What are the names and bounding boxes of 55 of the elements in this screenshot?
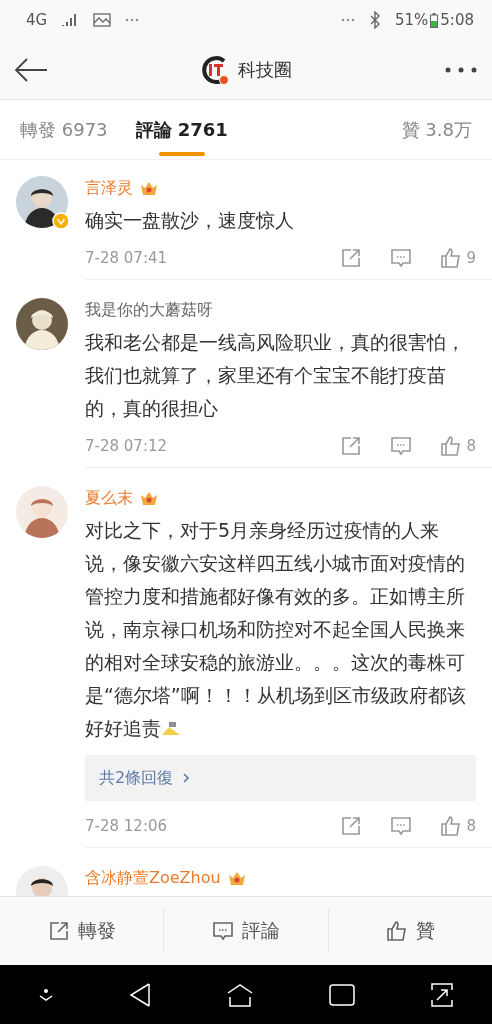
user-name[interactable]: 我是你的大蘑菇呀	[85, 299, 213, 321]
like-button[interactable]: 贊	[327, 909, 492, 953]
reply-button[interactable]	[390, 815, 413, 837]
share-button[interactable]	[340, 815, 363, 837]
thumbs-up-icon	[440, 247, 463, 269]
comment-text: 确实一盘散沙，速度惊人	[85, 209, 294, 231]
more-icon	[125, 18, 140, 22]
page-title: 科技圈	[238, 57, 292, 82]
share-button[interactable]	[340, 247, 363, 269]
comment-time: 7-28 12:06	[85, 817, 169, 835]
more-button[interactable]	[444, 65, 478, 74]
battery-label: 51%	[394, 11, 429, 29]
share-icon	[47, 920, 70, 942]
more-icon	[340, 18, 355, 22]
like-button[interactable]: 8	[440, 815, 476, 837]
comment-icon	[390, 247, 413, 269]
image-icon	[93, 13, 112, 27]
replies-link[interactable]: 共2條回復	[99, 767, 174, 789]
tab[interactable]: 評論 2761	[135, 99, 228, 160]
thumbs-up-icon	[385, 920, 408, 942]
comment-icon	[390, 815, 413, 837]
comment-icon	[390, 435, 413, 457]
repost-button[interactable]: 轉發	[0, 909, 164, 953]
clock-time: 5:08	[440, 11, 474, 29]
recent-apps-icon[interactable]	[329, 983, 356, 1006]
like-button[interactable]: 9	[440, 247, 476, 269]
comment-text: 我和老公都是一线高风险职业，真的很害怕，我们也就算了，家里还有个宝宝不能打疫苗的，真的很担心	[85, 331, 465, 419]
bluetooth-icon	[368, 11, 381, 29]
network-label: 4G	[26, 11, 48, 29]
tab[interactable]: 贊 3.8万	[401, 99, 472, 160]
thumbs-up-icon	[440, 435, 463, 457]
user-name[interactable]: 夏么末	[85, 487, 133, 509]
battery-icon	[430, 12, 439, 28]
tab[interactable]: 轉發 6973	[20, 99, 108, 160]
comment-time: 7-28 07:12	[85, 437, 169, 455]
comment-icon	[212, 920, 234, 942]
chevron-right-icon	[181, 771, 192, 785]
comment-button[interactable]: 評論	[163, 909, 328, 953]
share-icon	[340, 247, 363, 269]
share-icon	[340, 435, 363, 457]
back-button[interactable]	[14, 57, 48, 82]
home-icon[interactable]	[225, 982, 254, 1007]
thumbs-up-icon	[440, 815, 463, 837]
user-name[interactable]: 含冰静萱ZoeZhou	[85, 867, 221, 889]
comment-text: 对比之下，对于5月亲身经历过疫情的人来说，像安徽六安这样四五线小城市面对疫情的管控力度和措施都好像有效的多。正如博主所说，南京禄口机场和防控对不起全国人民换来的相对全球安稳的旅游业。。。这次的毒株可是“德尔塔”啊！！！从机场到区市级政府都该好好追责	[85, 519, 466, 739]
back-icon[interactable]	[128, 981, 151, 1008]
comment-time: 7-28 07:41	[85, 249, 169, 267]
reply-button[interactable]	[390, 247, 413, 269]
expand-icon[interactable]	[430, 981, 455, 1008]
like-button[interactable]: 8	[440, 435, 476, 457]
share-icon	[340, 815, 363, 837]
user-name[interactable]: 言泽灵	[85, 177, 133, 199]
chevron-down-icon[interactable]	[37, 987, 54, 1002]
reply-button[interactable]	[390, 435, 413, 457]
share-button[interactable]	[340, 435, 363, 457]
